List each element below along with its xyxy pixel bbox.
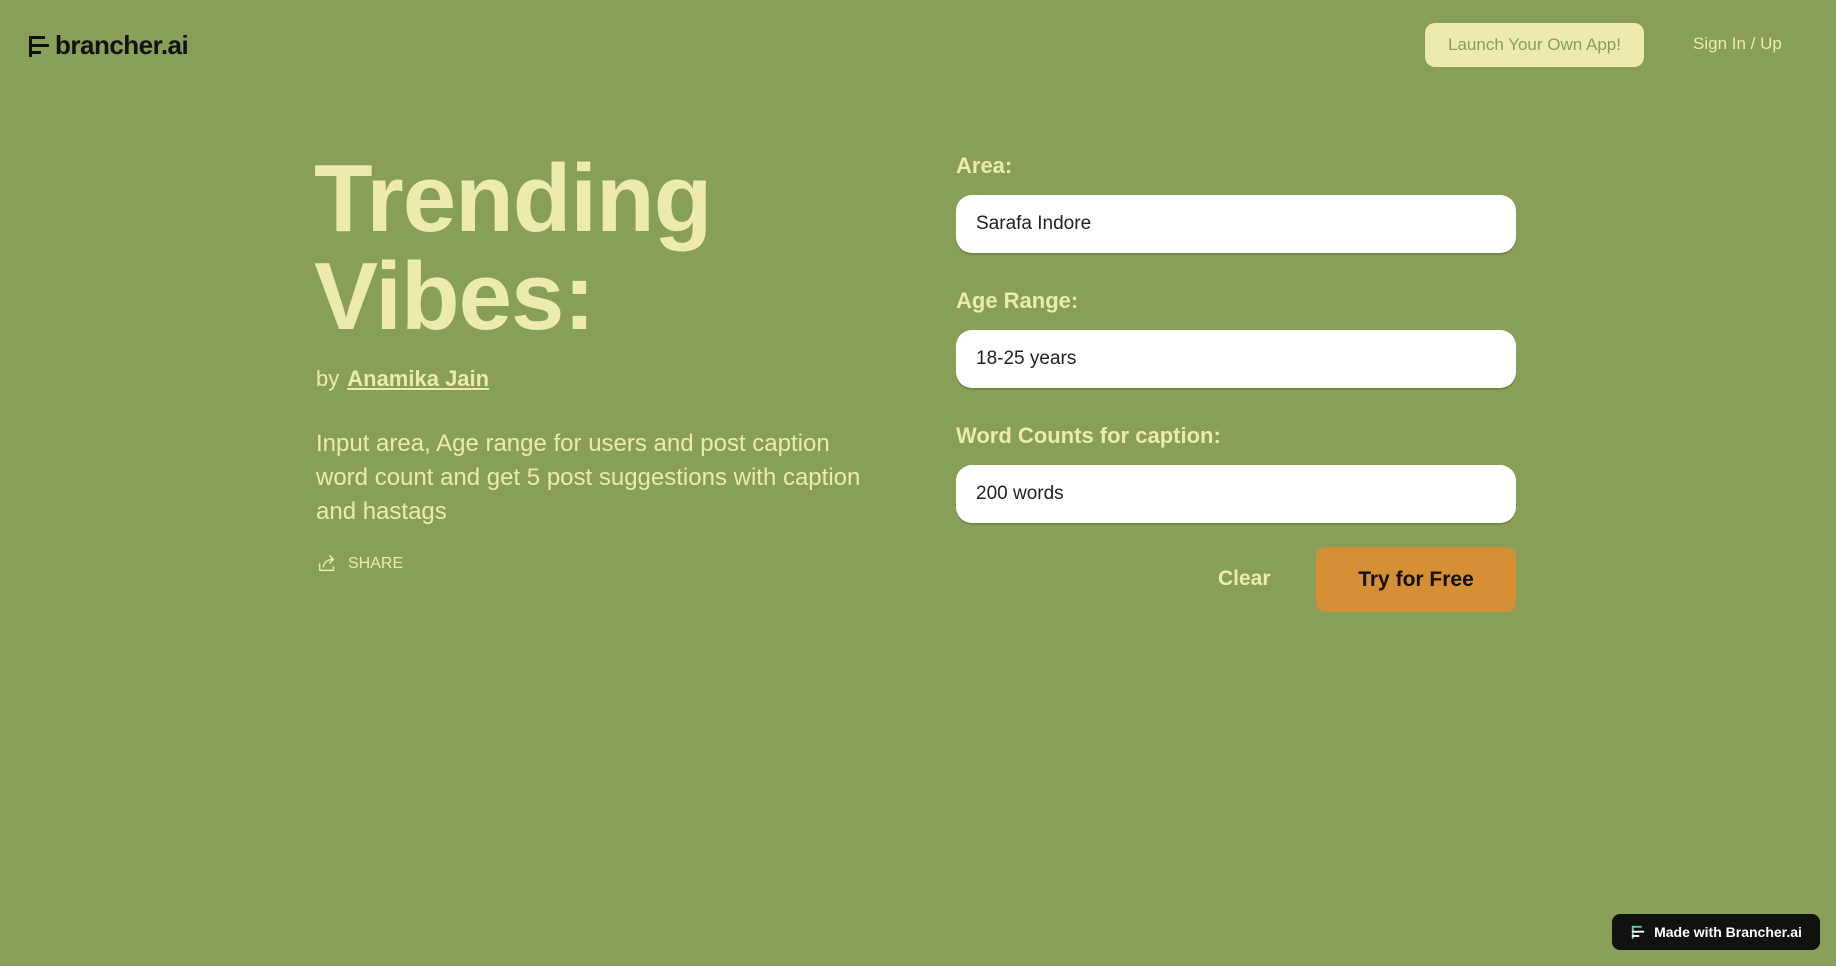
try-for-free-button[interactable]: Try for Free [1316,547,1516,612]
app-title-line-2: Vibes: [314,243,595,350]
word-count-input[interactable] [956,465,1516,523]
age-range-input[interactable] [956,330,1516,388]
share-label: SHARE [348,555,404,572]
badge-label: Made with Brancher.ai [1654,924,1802,940]
area-input[interactable] [956,195,1516,253]
clear-button[interactable]: Clear [1218,567,1271,591]
app-title: Trending Vibes: [314,145,712,350]
page: brancher.ai Launch Your Own App! Sign In… [0,0,1836,966]
byline: by Anamika Jain [316,366,489,392]
area-label: Area: [956,153,1013,178]
share-button[interactable]: SHARE [316,553,403,575]
brancher-logo-icon [29,35,49,57]
app-title-line-1: Trending [314,145,712,252]
sign-in-link[interactable]: Sign In / Up [1693,34,1782,54]
byline-prefix: by [316,366,340,391]
brand-logo[interactable]: brancher.ai [27,30,189,61]
launch-own-app-button[interactable]: Launch Your Own App! [1425,23,1644,67]
made-with-brancher-badge[interactable]: Made with Brancher.ai [1612,914,1820,950]
age-range-label: Age Range: [956,288,1079,313]
brancher-logo-icon [1631,925,1645,939]
app-description: Input area, Age range for users and post… [316,430,861,525]
logo-text: brancher.ai [55,30,189,60]
word-count-label: Word Counts for caption: [956,423,1221,448]
share-icon [318,555,335,572]
author-link[interactable]: Anamika Jain [347,366,489,392]
